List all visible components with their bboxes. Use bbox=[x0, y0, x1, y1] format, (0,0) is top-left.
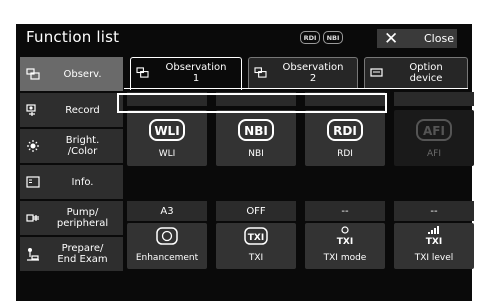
close-button[interactable]: ✕ Close bbox=[377, 28, 457, 49]
svg-text:TXI: TXI bbox=[248, 233, 264, 243]
brightness-icon bbox=[26, 139, 40, 153]
rdi-icon: RDI bbox=[305, 118, 385, 142]
afi-button: AFI AFI bbox=[394, 110, 474, 166]
sidebar-item-bright-color[interactable]: Bright. /Color bbox=[20, 129, 123, 163]
sidebar-item-label: Info. bbox=[71, 176, 94, 188]
close-label: Close bbox=[424, 32, 454, 45]
txi-mode-icon: TXI bbox=[305, 225, 385, 247]
sidebar-item-label: Record bbox=[65, 104, 100, 116]
nbi-button[interactable]: NBI NBI bbox=[216, 110, 296, 166]
enhancement-label: Enhancement bbox=[135, 253, 199, 263]
nbi-badge: NBI bbox=[323, 31, 343, 44]
observation-icon bbox=[136, 67, 149, 81]
observation-icon bbox=[26, 67, 40, 81]
tab-label: Option device bbox=[409, 62, 443, 84]
observation-icon bbox=[254, 67, 267, 81]
txi-mode-value: -- bbox=[305, 201, 385, 221]
mode-slot bbox=[394, 92, 474, 106]
tab-label: Observation 1 bbox=[165, 62, 227, 84]
svg-text:TXI: TXI bbox=[337, 237, 353, 247]
txi-level-label: TXI level bbox=[414, 253, 454, 263]
afi-icon: AFI bbox=[394, 118, 474, 142]
rdi-button[interactable]: RDI RDI bbox=[305, 110, 385, 166]
sidebar-item-label: Bright. /Color bbox=[65, 135, 100, 157]
sidebar-item-record[interactable]: Record bbox=[20, 93, 123, 127]
sidebar-item-pump-peripheral[interactable]: Pump/ peripheral bbox=[20, 201, 123, 235]
function-list-screen: Function list RDI NBI ✕ Close Observ. Re… bbox=[16, 24, 474, 301]
txi-icon: TXI bbox=[216, 227, 296, 245]
close-icon: ✕ bbox=[384, 28, 399, 49]
nbi-icon: NBI bbox=[216, 118, 296, 142]
pump-icon bbox=[26, 211, 40, 225]
tab-label: Observation 2 bbox=[282, 62, 344, 84]
svg-text:TXI: TXI bbox=[426, 237, 442, 247]
txi-level-value: -- bbox=[394, 201, 474, 221]
sidebar-item-observ[interactable]: Observ. bbox=[20, 57, 123, 91]
nbi-label: NBI bbox=[248, 149, 264, 159]
afi-label: AFI bbox=[427, 149, 441, 159]
enhancement-value: A3 bbox=[127, 201, 207, 221]
wli-button[interactable]: WLI WLI bbox=[127, 110, 207, 166]
txi-button[interactable]: TXI TXI bbox=[216, 223, 296, 269]
sidebar: Observ. Record Bright. /Color Info. Pump… bbox=[20, 57, 123, 273]
svg-text:RDI: RDI bbox=[333, 124, 357, 138]
record-icon bbox=[26, 103, 40, 117]
svg-text:WLI: WLI bbox=[154, 124, 179, 138]
observation-panel: WLI WLI NBI NBI RDI RDI AFI AFI A3 OFF -… bbox=[124, 88, 474, 299]
option-device-icon bbox=[370, 68, 383, 80]
tab-bar: Observation 1 Observation 2 Option devic… bbox=[124, 57, 468, 90]
txi-level-icon: TXI bbox=[394, 225, 474, 247]
txi-label: TXI bbox=[248, 253, 264, 263]
enhancement-button[interactable]: Enhancement bbox=[127, 223, 207, 269]
selection-highlight bbox=[117, 93, 387, 113]
status-badges: RDI NBI bbox=[300, 31, 343, 44]
tab-observation-2[interactable]: Observation 2 bbox=[248, 57, 358, 89]
svg-text:AFI: AFI bbox=[423, 124, 445, 138]
sidebar-item-label: Pump/ peripheral bbox=[56, 207, 109, 229]
wli-label: WLI bbox=[158, 149, 176, 159]
rdi-label: RDI bbox=[337, 149, 353, 159]
prepare-icon bbox=[26, 247, 40, 261]
enhancement-icon bbox=[127, 227, 207, 245]
svg-text:NBI: NBI bbox=[244, 124, 268, 138]
wli-icon: WLI bbox=[127, 118, 207, 142]
page-title: Function list bbox=[26, 28, 120, 46]
txi-value: OFF bbox=[216, 201, 296, 221]
txi-mode-button[interactable]: TXI TXI mode bbox=[305, 223, 385, 269]
rdi-badge: RDI bbox=[300, 31, 320, 44]
txi-mode-label: TXI mode bbox=[323, 253, 367, 263]
tab-option-device[interactable]: Option device bbox=[364, 57, 468, 89]
txi-level-button[interactable]: TXI TXI level bbox=[394, 223, 474, 269]
tab-observation-1[interactable]: Observation 1 bbox=[130, 57, 242, 90]
sidebar-item-label: Prepare/ End Exam bbox=[57, 243, 108, 265]
sidebar-item-info[interactable]: Info. bbox=[20, 165, 123, 199]
sidebar-item-label: Observ. bbox=[63, 68, 102, 80]
sidebar-item-prepare-end-exam[interactable]: Prepare/ End Exam bbox=[20, 237, 123, 271]
info-icon bbox=[26, 175, 40, 189]
